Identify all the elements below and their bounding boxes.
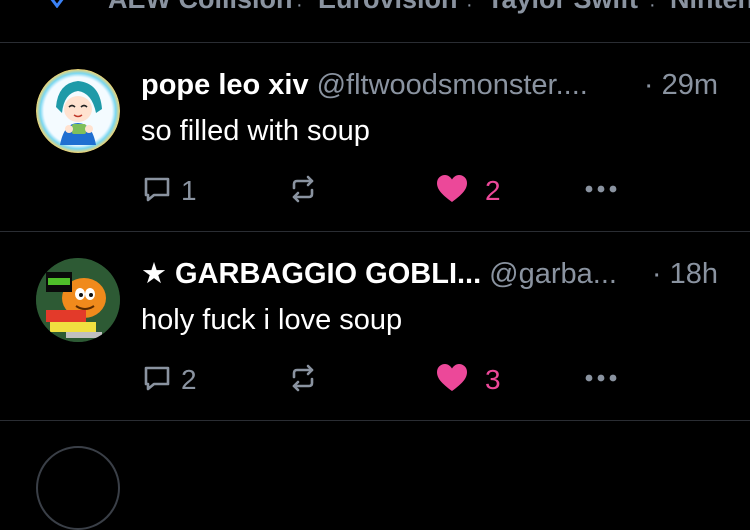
more-icon [583, 371, 619, 389]
separator-dot: · [296, 0, 303, 16]
post-actions: 1 2 [141, 171, 641, 211]
post-header: ★ GARBAGGIO GOBLI... @garba... · 18h [141, 254, 730, 294]
post-text: holy fuck i love soup [141, 304, 403, 336]
repost-icon [287, 362, 319, 399]
display-name[interactable]: pope leo xiv [141, 69, 309, 101]
heart-icon [435, 173, 469, 210]
post-timestamp[interactable]: · 29m [644, 65, 718, 105]
topic-taylor-swift[interactable]: Taylor Swift [487, 0, 638, 15]
topic-nintendo[interactable]: Ninten [670, 0, 750, 15]
separator-dot: · [466, 0, 473, 16]
user-handle[interactable]: @garba... [489, 258, 617, 290]
separator-dot: · [649, 0, 656, 16]
repost-button[interactable] [287, 360, 319, 400]
reply-icon [141, 173, 173, 210]
post-timestamp[interactable]: · 18h [652, 254, 718, 294]
reply-icon [141, 362, 173, 399]
repost-icon [287, 173, 319, 210]
reply-button[interactable]: 2 [141, 360, 197, 400]
display-name[interactable]: ★ GARBAGGIO GOBLI... [141, 258, 481, 290]
trending-topics-bar: AEW Collision · Eurovision · Taylor Swif… [0, 0, 750, 43]
like-button[interactable]: 2 [435, 171, 501, 211]
more-icon [583, 182, 619, 200]
user-handle[interactable]: @fltwoodsmonster.... [317, 69, 588, 101]
avatar[interactable] [36, 69, 120, 153]
trending-icon [46, 0, 68, 13]
reply-button[interactable]: 1 [141, 171, 197, 211]
avatar[interactable] [36, 258, 120, 342]
topic-aew-collision[interactable]: AEW Collision [108, 0, 293, 15]
repost-button[interactable] [287, 171, 319, 211]
post-header: pope leo xiv @fltwoodsmonster.... · 29m [141, 65, 730, 105]
reply-count: 2 [181, 364, 197, 395]
avatar[interactable] [36, 446, 120, 530]
heart-icon [435, 362, 469, 399]
post-text: so filled with soup [141, 115, 370, 147]
more-options-button[interactable] [583, 360, 619, 400]
like-button[interactable]: 3 [435, 360, 501, 400]
reply-count: 1 [181, 175, 197, 206]
more-options-button[interactable] [583, 171, 619, 211]
feed-post[interactable]: pope leo xiv @fltwoodsmonster.... · 29m s… [0, 43, 750, 232]
post-actions: 2 3 [141, 360, 641, 400]
topic-eurovision[interactable]: Eurovision [318, 0, 458, 15]
feed-post[interactable]: ★ GARBAGGIO GOBLI... @garba... · 18h holy… [0, 232, 750, 421]
like-count: 2 [485, 175, 501, 206]
like-count: 3 [485, 364, 501, 395]
